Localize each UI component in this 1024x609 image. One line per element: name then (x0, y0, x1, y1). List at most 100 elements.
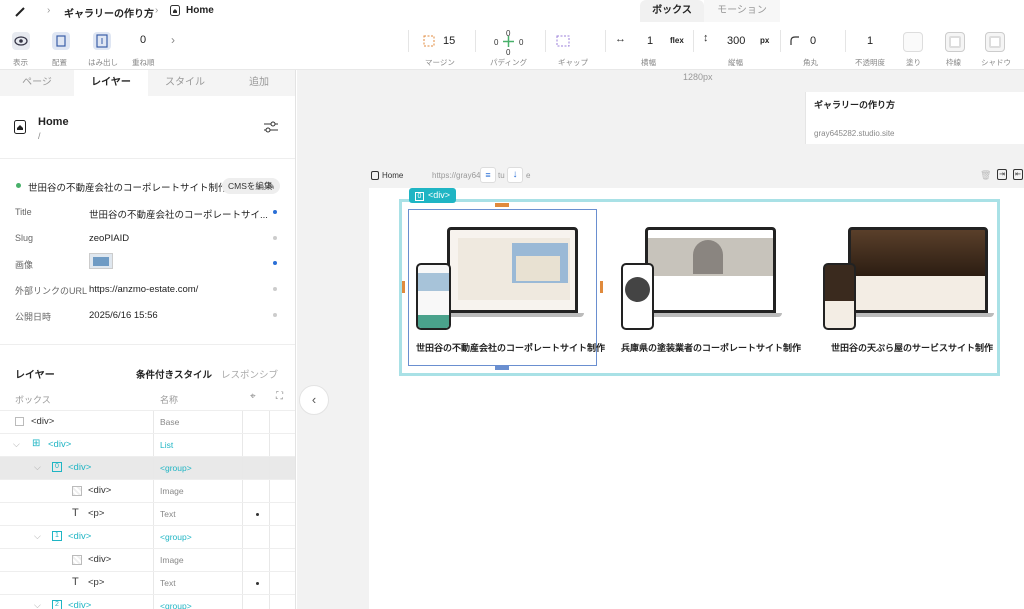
layer-row[interactable]: <div> Image (0, 548, 295, 572)
tab-layers[interactable]: レイヤー (74, 70, 148, 96)
layer-row[interactable]: ⌵ 2 <div> <group> (0, 594, 295, 609)
breadcrumb-project[interactable]: ギャラリーの作り方 (64, 5, 154, 20)
layer-row[interactable]: ⌵ ⊞ <div> List (0, 433, 295, 457)
layer-type: Text (160, 509, 176, 519)
field-slug-label: Slug (15, 233, 34, 243)
breadcrumb-page[interactable]: Home (186, 5, 214, 16)
export-icon[interactable]: ⇥ (997, 169, 1007, 180)
card-2-phone (621, 263, 654, 330)
field-url-value[interactable]: https://anzmo-estate.com/ (89, 284, 198, 295)
settings-sliders-icon[interactable] (263, 120, 279, 134)
align-button[interactable]: ≡ (480, 167, 496, 183)
chevron-right-icon: › (155, 5, 159, 16)
condition-icon[interactable]: ⌖ (250, 391, 256, 402)
layer-name: <div> (48, 439, 72, 450)
chevron-down-icon[interactable]: ⌵ (34, 531, 41, 542)
height-value[interactable]: 300 (727, 35, 745, 47)
gap-icon[interactable] (556, 35, 570, 47)
card-1-caption: 世田谷の不動産会社のコーポレートサイト制作 (416, 343, 606, 353)
layer-type: <group> (160, 532, 192, 542)
radius-value[interactable]: 0 (810, 35, 816, 47)
tab-styles[interactable]: スタイル (148, 70, 222, 96)
layer-row[interactable]: <div> Base (0, 410, 295, 434)
opacity-label: 不透明度 (855, 58, 885, 67)
height-unit[interactable]: px (760, 36, 769, 45)
layer-row[interactable]: ⌵ 1 <div> <group> (0, 525, 295, 549)
margin-handle-left[interactable] (402, 281, 405, 293)
zindex-value[interactable]: 0 (140, 34, 146, 46)
pencil-icon: ✎ (267, 181, 275, 191)
border-label: 枠線 (946, 58, 961, 67)
field-image-thumbnail[interactable] (89, 253, 113, 269)
responsive-icon[interactable]: ⛶ (276, 391, 283, 402)
tab-box[interactable]: ボックス (640, 0, 704, 22)
edit-pen-icon[interactable] (14, 4, 28, 18)
layer-row[interactable]: T <p> Text (0, 571, 295, 595)
selection-index: 0 (415, 192, 424, 201)
layer-name: <div> (31, 416, 55, 427)
column-box: ボックス (15, 395, 51, 405)
position-icon[interactable] (52, 32, 70, 50)
tab-responsive[interactable]: レスポンシブ (221, 367, 278, 381)
property-toolbar: 表示 配置 はみ出し 0 重ね順 › 15 マージン 0 0 0 0 パディング… (0, 22, 1024, 70)
margin-handle-top[interactable] (495, 203, 509, 207)
field-title-value[interactable]: 世田谷の不動産会社のコーポレートサイ... (89, 207, 268, 221)
padding-right[interactable]: 0 (519, 38, 523, 47)
layer-row[interactable]: T <p> Text (0, 502, 295, 526)
layer-type: List (160, 440, 174, 450)
cms-item-title: 世田谷の不動産会社のコーポレートサイト制作 (28, 183, 228, 194)
width-value[interactable]: 1 (647, 35, 653, 47)
eye-icon[interactable] (12, 32, 30, 50)
tab-conditional-style[interactable]: 条件付きスタイル (136, 367, 212, 381)
tab-add[interactable]: 追加 (222, 70, 295, 96)
canvas-page-label: Home (382, 171, 404, 180)
width-arrow-icon: ↔ (615, 33, 626, 45)
checkbox-icon[interactable] (15, 417, 24, 426)
margin-handle-bottom[interactable] (495, 366, 509, 370)
overflow-icon[interactable] (93, 32, 111, 50)
field-slug-value[interactable]: zeoPIAID (89, 233, 129, 244)
shadow-label: シャドウ (981, 58, 1011, 67)
chevron-down-icon[interactable]: ⌵ (13, 439, 20, 450)
page-path: / (38, 131, 41, 141)
layer-type: Image (160, 486, 184, 496)
arrow-down-button[interactable]: ↓ (507, 167, 523, 183)
margin-handle-right[interactable] (600, 281, 603, 293)
page-canvas[interactable]: 0 <div> 世田谷の不動産会社のコーポレートサイト制作 兵庫県の塗装業者のコ… (369, 188, 1024, 609)
layer-row-selected[interactable]: ⌵ 0 <div> <group> (0, 456, 295, 480)
tab-pages[interactable]: ページ (0, 70, 74, 96)
margin-value[interactable]: 15 (443, 35, 455, 47)
tab-motion[interactable]: モーション (704, 0, 780, 22)
chevron-right-icon[interactable]: › (171, 33, 175, 47)
site-preview-card[interactable]: ギャラリーの作り方 gray645282.studio.site (805, 92, 1024, 144)
width-unit[interactable]: flex (670, 36, 684, 45)
field-date-value[interactable]: 2025/6/16 15:56 (89, 310, 158, 321)
field-url-label: 外部リンクのURL (15, 286, 88, 296)
layer-type: Base (160, 417, 180, 427)
cms-edit-button[interactable]: CMSを編集 ✎ (222, 178, 280, 194)
layer-row[interactable]: <div> Image (0, 479, 295, 503)
collapse-panel-button[interactable]: ‹ (299, 385, 329, 415)
shadow-swatch[interactable] (985, 32, 1005, 52)
padding-bottom[interactable]: 0 (506, 48, 510, 57)
border-swatch[interactable] (945, 32, 965, 52)
column-name: 名称 (160, 395, 179, 405)
text-icon: T (72, 576, 79, 588)
chevron-down-icon[interactable]: ⌵ (34, 600, 41, 609)
ruler-width-label: 1280px (683, 72, 713, 82)
card-2-caption: 兵庫県の塗装業者のコーポレートサイト制作 (621, 343, 802, 353)
canvas-page-url-tail: tu (498, 171, 505, 180)
chevron-down-icon[interactable]: ⌵ (34, 462, 41, 473)
fill-swatch[interactable] (903, 32, 923, 52)
layer-name: <p> (88, 577, 105, 588)
design-canvas[interactable]: 1280px ‹ ギャラリーの作り方 gray645282.studio.sit… (297, 70, 1024, 609)
cms-edit-label: CMSを編集 (228, 181, 273, 191)
opacity-value[interactable]: 1 (867, 35, 873, 47)
enter-icon[interactable]: ⇤ (1013, 169, 1023, 180)
card-1-phone (416, 263, 451, 330)
padding-left[interactable]: 0 (494, 38, 498, 47)
trash-icon[interactable]: 🗑 (980, 170, 991, 181)
overflow-label: はみ出し (88, 58, 118, 67)
field-date-label: 公開日時 (15, 312, 52, 322)
chevron-right-icon: › (47, 5, 51, 16)
